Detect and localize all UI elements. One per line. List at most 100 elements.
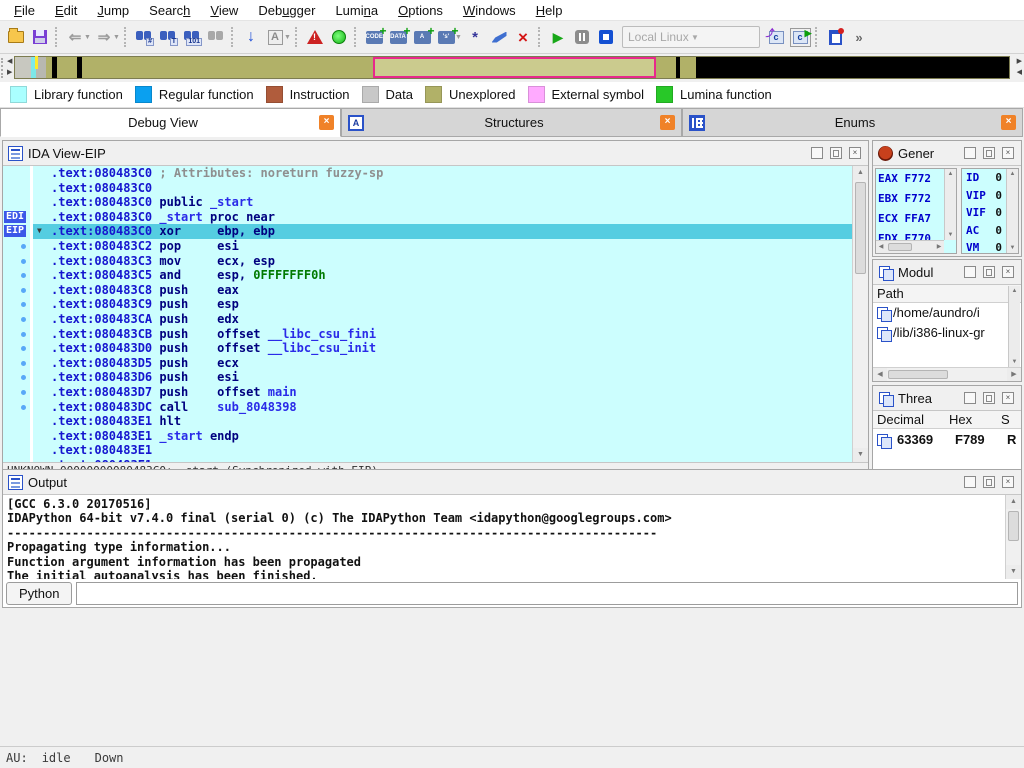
register-value-list[interactable]: EAX F772EBX F772ECX FFA7EDX F770 ▲ ▼ ◀ ▶: [875, 168, 957, 254]
patch-button[interactable]: *: [463, 25, 487, 49]
menu-item-file[interactable]: File: [4, 1, 45, 20]
make-name-button[interactable]: A+: [410, 25, 434, 49]
gutter-cell[interactable]: [3, 283, 30, 298]
problems-button[interactable]: [303, 25, 327, 49]
close-window-icon[interactable]: ×: [849, 147, 861, 159]
gutter-cell[interactable]: [3, 356, 30, 371]
gutter-cell[interactable]: [3, 239, 30, 254]
breakpoint-dot-icon[interactable]: [21, 288, 26, 293]
scroll-thumb[interactable]: [1008, 511, 1019, 541]
step-over-button[interactable]: c▶: [788, 25, 812, 49]
scroll-right-icon[interactable]: ▶: [1007, 368, 1021, 381]
scroll-left-icon[interactable]: ◀: [876, 241, 886, 254]
breakpoint-dot-icon[interactable]: [21, 302, 26, 307]
disasm-line[interactable]: .text:080483C0 _start proc near: [33, 210, 852, 225]
toolbar-overflow-button[interactable]: »: [847, 25, 871, 49]
disasm-line[interactable]: .text:080483D0 push offset __libc_csu_in…: [33, 341, 852, 356]
gutter-cell[interactable]: [3, 370, 30, 385]
flag-row[interactable]: AC0: [962, 222, 1006, 240]
disasm-line[interactable]: .text:080483C9 push esp: [33, 297, 852, 312]
column-header-path[interactable]: Path: [873, 285, 1021, 302]
navband-selected-range[interactable]: [373, 57, 656, 78]
scroll-down-icon[interactable]: ▼: [1007, 243, 1018, 253]
registers-hscrollbar[interactable]: ◀ ▶: [876, 240, 944, 253]
scroll-right-icon[interactable]: ▶: [934, 241, 944, 254]
make-data-button[interactable]: DATA+: [386, 25, 410, 49]
scroll-down-icon[interactable]: ▼: [945, 230, 956, 240]
output-vscrollbar[interactable]: ▲ ▼: [1005, 495, 1021, 579]
float-window-icon[interactable]: [964, 147, 976, 159]
menu-item-help[interactable]: Help: [526, 1, 573, 20]
breakpoint-list-button[interactable]: [823, 25, 847, 49]
gutter-cell[interactable]: EDI: [3, 210, 30, 225]
scroll-up-icon[interactable]: ▲: [1009, 286, 1020, 296]
disasm-line[interactable]: .text:080483E1 _start endp: [33, 429, 852, 444]
column-header-hex[interactable]: Hex: [945, 411, 997, 428]
ida-view-titlebar[interactable]: IDA View-EIP ×: [3, 141, 868, 166]
breakpoint-dot-icon[interactable]: [21, 259, 26, 264]
python-cli-button[interactable]: Python: [6, 582, 72, 605]
scroll-left-icon[interactable]: ◀: [873, 368, 887, 381]
gutter-cell[interactable]: [3, 268, 30, 283]
flag-row[interactable]: VIP0: [962, 187, 1006, 205]
column-header-state[interactable]: S: [997, 411, 1021, 428]
navigation-band[interactable]: [14, 56, 1010, 79]
maximize-window-icon[interactable]: [830, 147, 842, 159]
scroll-thumb[interactable]: [888, 243, 912, 251]
disasm-line[interactable]: .text:080483D6 push esi: [33, 370, 852, 385]
modules-hscrollbar[interactable]: ◀ ▶: [873, 367, 1021, 381]
menu-item-search[interactable]: Search: [139, 1, 200, 20]
gutter-cell[interactable]: [3, 297, 30, 312]
navband-drag-handle[interactable]: [1, 58, 6, 78]
modules-header[interactable]: Path: [873, 285, 1021, 303]
python-cli-input[interactable]: [76, 582, 1018, 605]
output-titlebar[interactable]: Output ×: [3, 470, 1021, 495]
float-window-icon[interactable]: [964, 392, 976, 404]
breakpoint-dot-icon[interactable]: [21, 317, 26, 322]
breakpoint-dot-icon[interactable]: [21, 273, 26, 278]
maximize-window-icon[interactable]: [983, 147, 995, 159]
gutter-cell[interactable]: [3, 166, 30, 181]
thread-row[interactable]: 63369 F789 R: [873, 429, 1021, 451]
scroll-up-icon[interactable]: ▲: [1006, 495, 1021, 509]
search-again-button[interactable]: [204, 25, 228, 49]
maximize-window-icon[interactable]: [983, 476, 995, 488]
disassembly-gutter[interactable]: EDIEIP: [3, 166, 33, 462]
breakpoint-dot-icon[interactable]: [21, 244, 26, 249]
continue-process-button[interactable]: ▶: [546, 25, 570, 49]
navigate-back-button[interactable]: ⇐: [63, 25, 87, 49]
close-window-icon[interactable]: ×: [1002, 476, 1014, 488]
flag-row[interactable]: VM0: [962, 239, 1006, 254]
save-button[interactable]: [28, 25, 52, 49]
gutter-cell[interactable]: [3, 195, 30, 210]
disasm-line[interactable]: .text:080483E1 ; -----------------------…: [33, 458, 852, 462]
close-window-icon[interactable]: ×: [1002, 266, 1014, 278]
tab-close-icon[interactable]: ×: [1001, 115, 1016, 130]
gutter-cell[interactable]: [3, 385, 30, 400]
float-window-icon[interactable]: [964, 266, 976, 278]
tab-close-icon[interactable]: ×: [660, 115, 675, 130]
menu-item-windows[interactable]: Windows: [453, 1, 526, 20]
gutter-cell[interactable]: [3, 341, 30, 356]
gutter-cell[interactable]: [3, 414, 30, 429]
scroll-down-icon[interactable]: ▼: [1006, 565, 1021, 579]
flags-list[interactable]: ID0VIP0VIF0AC0VM0RF1 ▲ ▼: [961, 168, 1019, 254]
maximize-window-icon[interactable]: [983, 392, 995, 404]
disasm-current-line[interactable]: ▼.text:080483C0 xor ebp, ebp: [33, 224, 852, 239]
register-row[interactable]: EAX F772: [876, 169, 944, 189]
breakpoint-dot-icon[interactable]: [21, 361, 26, 366]
lumina-status-button[interactable]: [327, 25, 351, 49]
ascii-string-button[interactable]: A: [263, 25, 287, 49]
scroll-up-icon[interactable]: ▲: [945, 169, 956, 179]
navigate-forward-button[interactable]: ⇒: [92, 25, 116, 49]
navband-segment[interactable]: [696, 57, 1009, 78]
gutter-cell[interactable]: [3, 443, 30, 458]
disasm-line[interactable]: .text:080483C3 mov ecx, esp: [33, 254, 852, 269]
output-log[interactable]: [GCC 6.3.0 20170516]IDAPython 64-bit v7.…: [3, 495, 1005, 579]
scroll-down-icon[interactable]: ▼: [853, 448, 868, 462]
tab-structures[interactable]: A Structures ×: [341, 108, 682, 137]
menu-item-lumina[interactable]: Lumina: [325, 1, 388, 20]
make-string-button[interactable]: 's'+: [434, 25, 458, 49]
disasm-line[interactable]: .text:080483CB push offset __libc_csu_fi…: [33, 327, 852, 342]
menu-item-options[interactable]: Options: [388, 1, 453, 20]
